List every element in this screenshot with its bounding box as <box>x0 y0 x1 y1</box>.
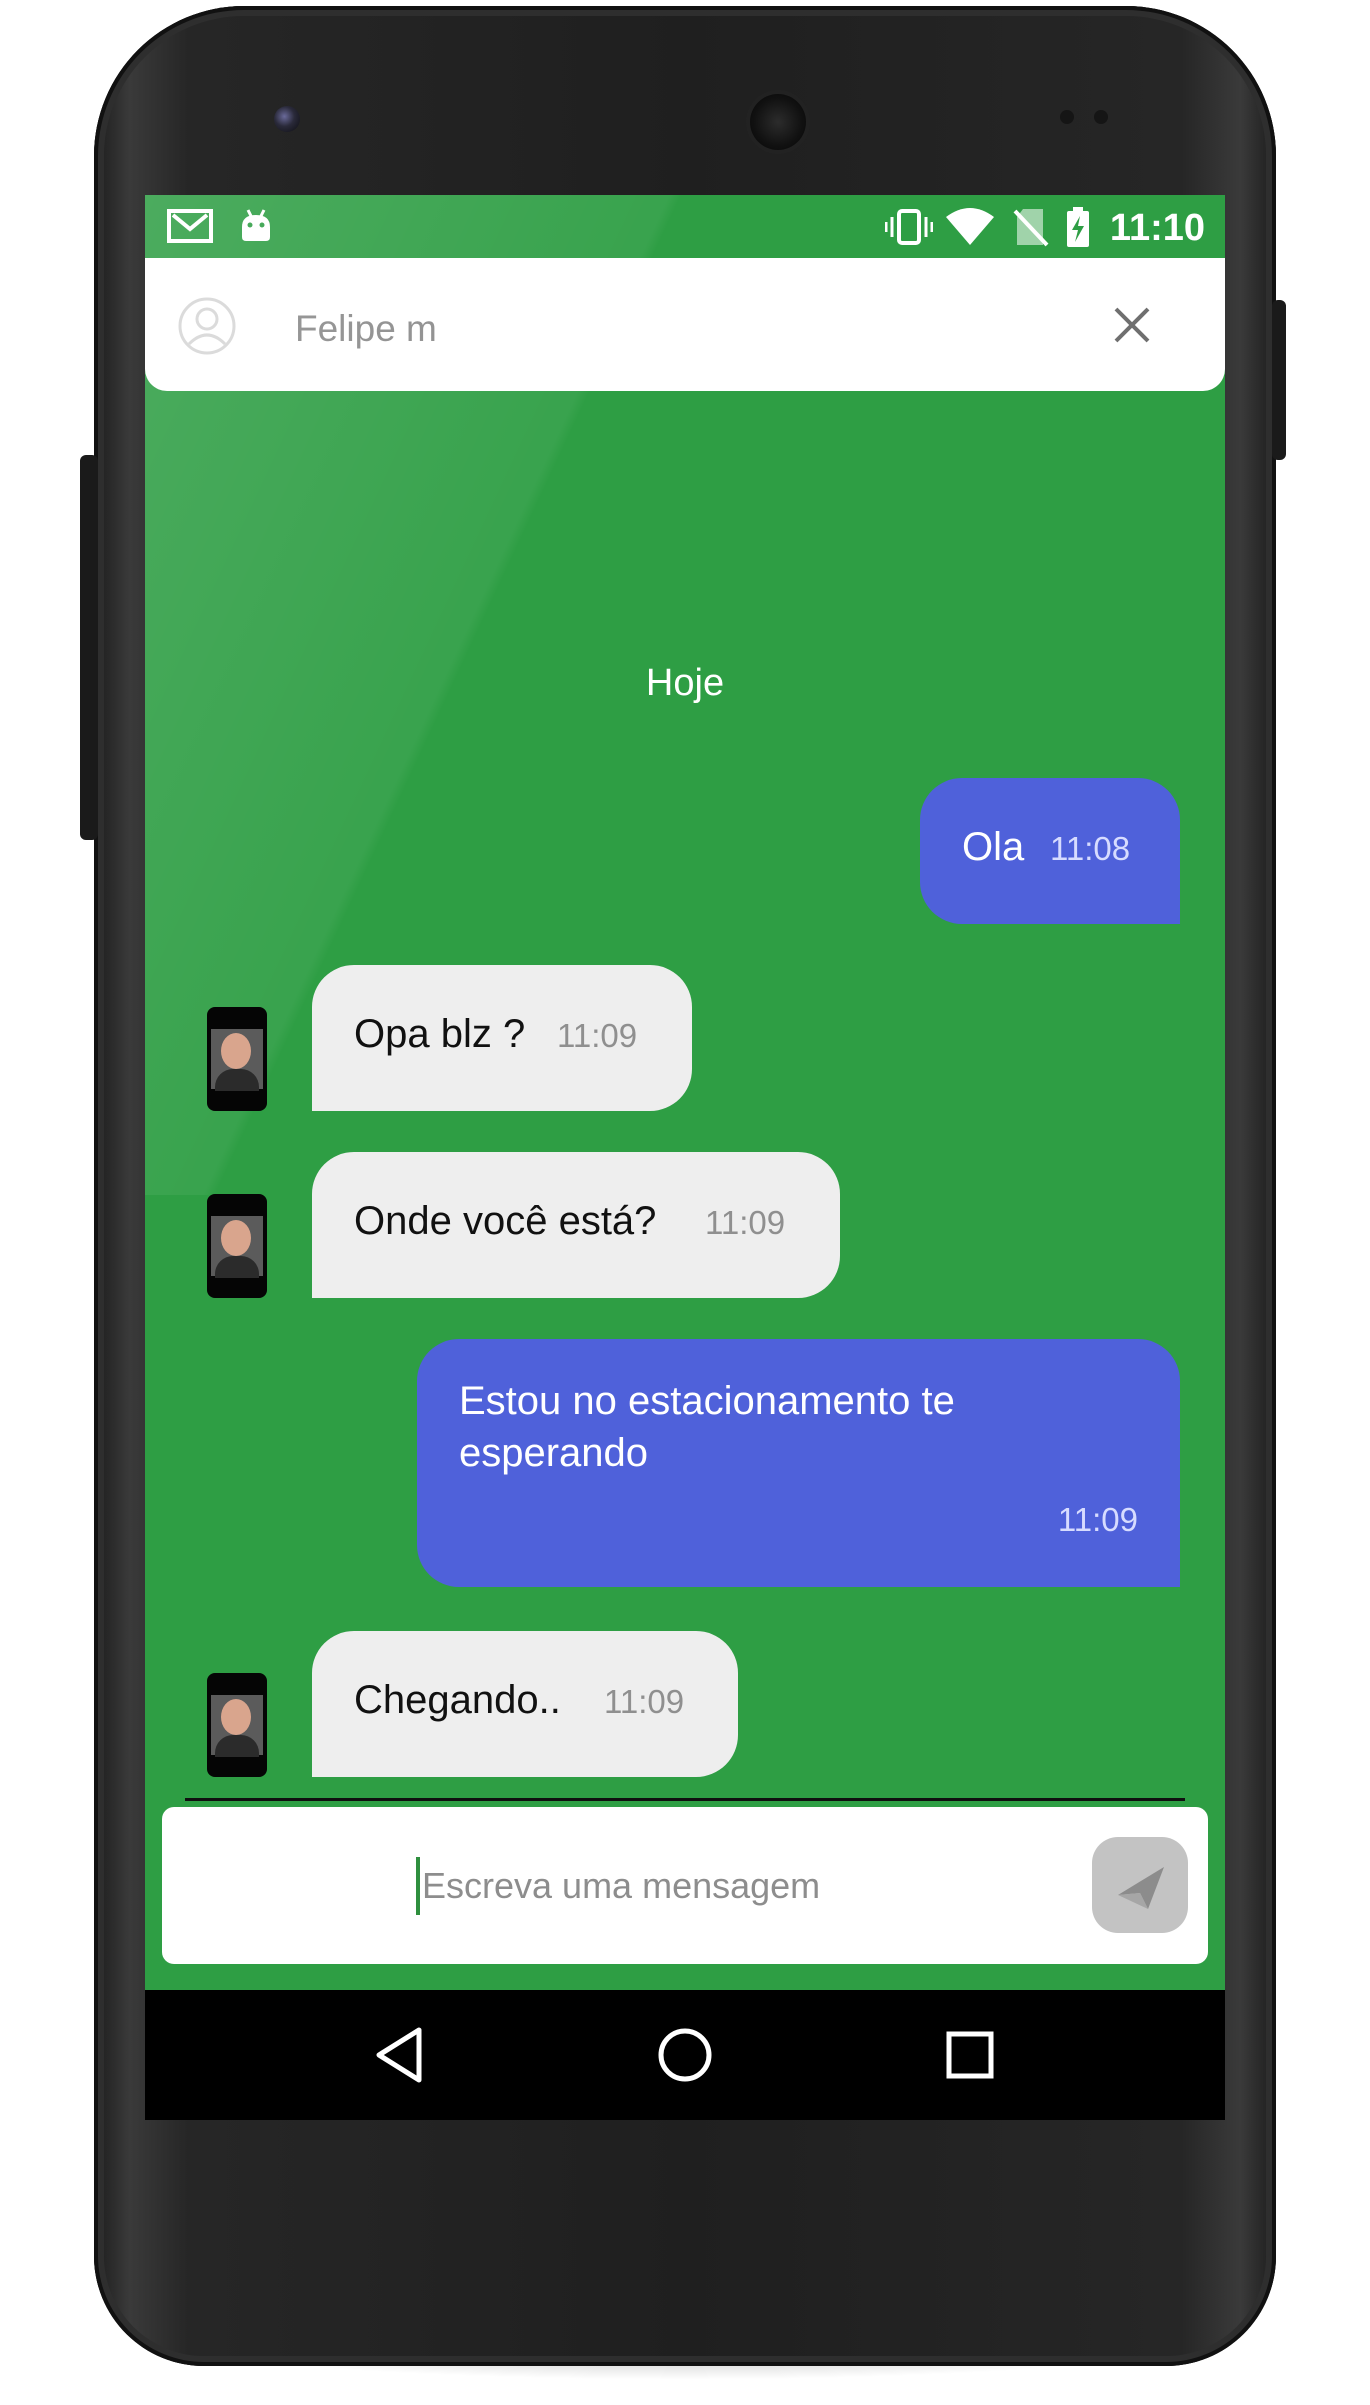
recents-icon[interactable] <box>935 2020 1005 2090</box>
back-icon[interactable] <box>365 2020 435 2090</box>
composer-divider <box>185 1798 1185 1801</box>
send-button[interactable] <box>1092 1837 1188 1933</box>
close-icon[interactable] <box>1107 300 1157 350</box>
status-clock: 11:10 <box>1109 207 1205 249</box>
message-time: 11:09 <box>705 1204 786 1241</box>
message-input[interactable] <box>416 1857 984 1915</box>
message-time: 11:08 <box>1050 830 1131 867</box>
android-icon <box>239 207 273 250</box>
message-composer <box>162 1807 1208 1964</box>
proximity-sensor <box>1060 110 1074 124</box>
volume-button <box>80 455 98 840</box>
message-text: Estou no estacionamento te esperando <box>459 1379 955 1475</box>
outgoing-message[interactable]: Estou no estacionamento te esperando 11:… <box>417 1339 1180 1587</box>
message-text: Ola <box>962 825 1025 869</box>
day-separator: Hoje <box>645 662 725 704</box>
contact-avatar[interactable] <box>207 1194 267 1298</box>
contact-name[interactable]: Felipe m <box>295 308 437 350</box>
app-screen: 11:10 Felipe m Hoje Ola 11:08 Opa blz ? … <box>145 195 1225 2120</box>
power-button <box>1272 300 1286 460</box>
vibrate-icon <box>884 207 934 252</box>
person-icon[interactable] <box>177 296 237 361</box>
chat-header: Felipe m <box>145 258 1225 391</box>
message-text: Opa blz ? <box>354 1012 526 1056</box>
front-camera <box>274 106 300 132</box>
status-bar: 11:10 <box>145 195 1225 258</box>
gmail-icon <box>167 207 213 250</box>
message-text: Chegando.. <box>354 1678 561 1722</box>
message-text: Onde você está? <box>354 1199 657 1243</box>
home-icon[interactable] <box>650 2020 720 2090</box>
send-icon <box>1092 1867 1188 1936</box>
message-time: 11:09 <box>604 1683 685 1720</box>
outgoing-message[interactable]: Ola 11:08 <box>920 778 1180 924</box>
incoming-message[interactable]: Chegando.. 11:09 <box>312 1631 738 1777</box>
no-sim-icon <box>1013 207 1049 252</box>
incoming-message[interactable]: Onde você está? 11:09 <box>312 1152 840 1298</box>
wifi-icon <box>945 207 995 252</box>
message-time: 11:09 <box>557 1017 638 1054</box>
earpiece-speaker <box>750 94 806 150</box>
message-time: 11:09 <box>1057 1501 1138 1538</box>
battery-charging-icon <box>1065 207 1091 252</box>
light-sensor <box>1094 110 1108 124</box>
contact-avatar[interactable] <box>207 1007 267 1111</box>
incoming-message[interactable]: Opa blz ? 11:09 <box>312 965 692 1111</box>
contact-avatar[interactable] <box>207 1673 267 1777</box>
navigation-bar <box>145 1990 1225 2120</box>
